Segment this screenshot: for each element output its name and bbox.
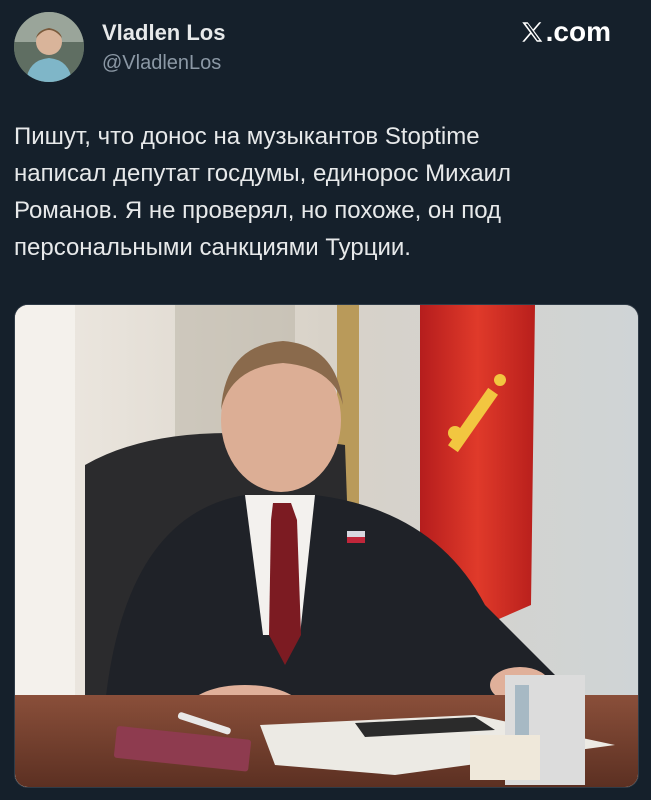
tweet-header: Vladlen Los @VladlenLos .com xyxy=(14,12,637,84)
tweet-line: написал депутат госдумы, единорос Михаил xyxy=(14,160,512,187)
tweet-line: Пишут, что донос на музыкантов Stoptime xyxy=(14,123,480,150)
tweet-line: Романов. Я не проверял, но похоже, он по… xyxy=(14,197,502,224)
photo-illustration xyxy=(15,305,638,787)
author-handle[interactable]: @VladlenLos xyxy=(102,52,221,75)
author-name[interactable]: Vladlen Los xyxy=(102,20,225,46)
tweet-photo[interactable] xyxy=(14,304,639,788)
tweet-line: персональными санкциями Турции. xyxy=(14,234,411,261)
author-avatar[interactable] xyxy=(14,12,84,82)
x-logo-icon xyxy=(521,22,542,42)
x-brand: .com xyxy=(519,16,611,48)
tweet-text: Пишут, что донос на музыкантов Stoptime … xyxy=(14,118,634,266)
brand-domain: .com xyxy=(545,16,611,47)
avatar-photo xyxy=(14,12,84,82)
